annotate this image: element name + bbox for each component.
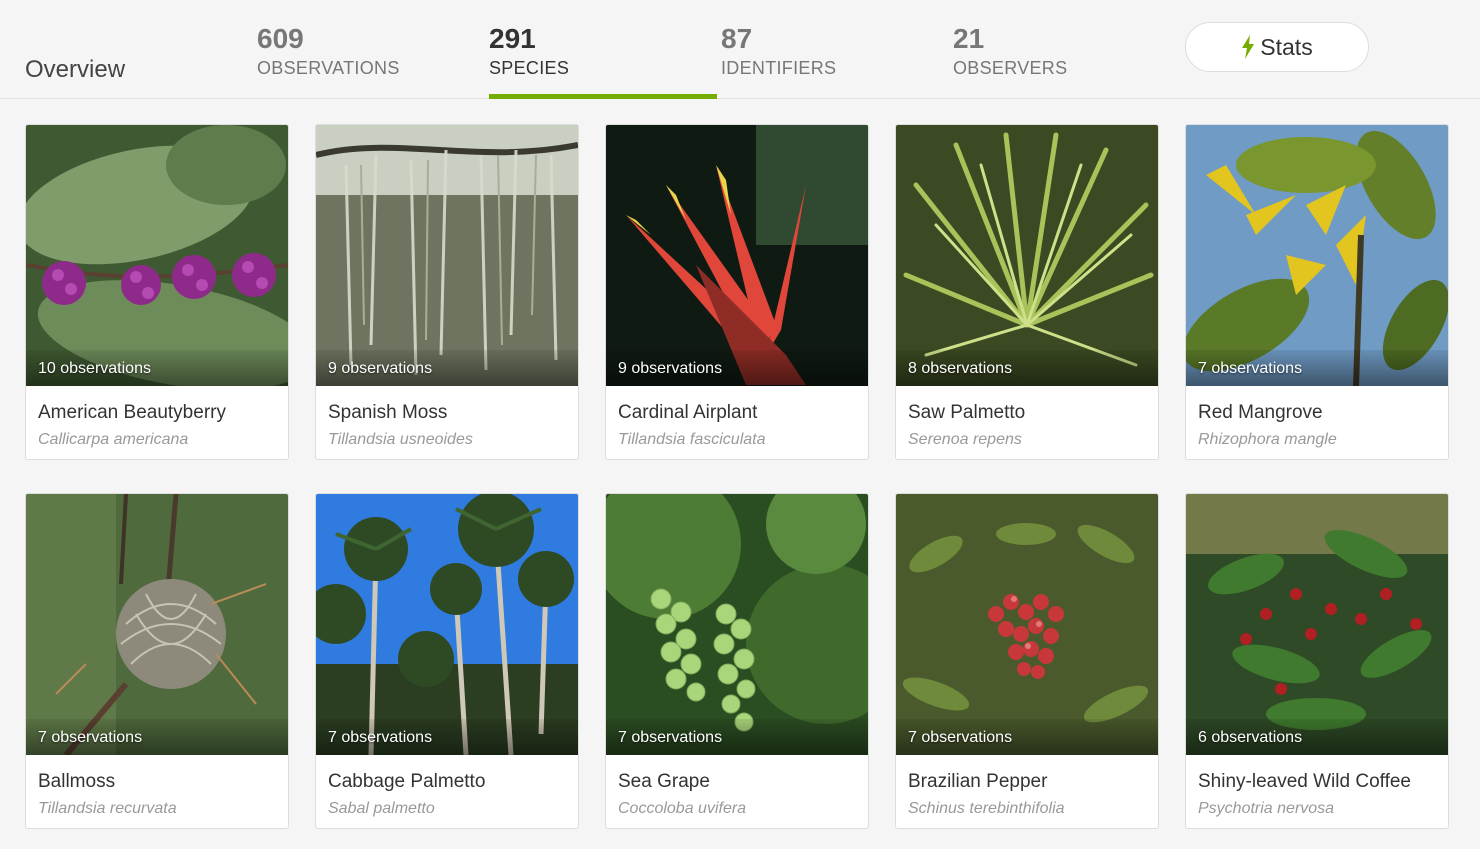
header-bar: Overview 609 OBSERVATIONS 291 SPECIES 87… bbox=[0, 0, 1480, 99]
overview-title: Overview bbox=[25, 56, 126, 83]
tab-observers[interactable]: 21 OBSERVERS bbox=[953, 22, 1067, 79]
common-name[interactable]: Brazilian Pepper bbox=[908, 771, 1047, 793]
observation-count: 10 observations bbox=[38, 360, 151, 377]
observation-count: 7 observations bbox=[1198, 360, 1303, 377]
observers-count: 21 bbox=[953, 23, 985, 54]
common-name[interactable]: American Beautyberry bbox=[38, 402, 226, 424]
species-photo: 6 observations bbox=[1186, 494, 1448, 755]
species-photo: 7 observations bbox=[26, 494, 288, 755]
common-name[interactable]: Red Mangrove bbox=[1198, 402, 1323, 424]
identifiers-count: 87 bbox=[721, 23, 753, 54]
identifiers-label: IDENTIFIERS bbox=[721, 58, 837, 78]
observations-overlay: 7 observations bbox=[896, 719, 1158, 755]
species-card[interactable]: 7 observations Red Mangrove Rhizophora m… bbox=[1185, 124, 1449, 460]
species-photo: 7 observations bbox=[316, 494, 578, 755]
species-photo: 10 observations bbox=[26, 125, 288, 386]
active-tab-indicator bbox=[489, 94, 717, 99]
observation-count: 7 observations bbox=[38, 729, 143, 746]
scientific-name: Coccoloba uvifera bbox=[618, 800, 747, 817]
observation-count: 9 observations bbox=[328, 360, 433, 377]
species-photo: 7 observations bbox=[896, 494, 1158, 755]
tab-species[interactable]: 291 SPECIES bbox=[489, 22, 569, 79]
observers-label: OBSERVERS bbox=[953, 58, 1068, 78]
species-label: SPECIES bbox=[489, 58, 570, 78]
common-name[interactable]: Shiny-leaved Wild Coffee bbox=[1198, 771, 1411, 793]
scientific-name: Tillandsia recurvata bbox=[38, 800, 177, 817]
observation-count: 7 observations bbox=[908, 729, 1013, 746]
species-card[interactable]: 6 observations Shiny-leaved Wild Coffee … bbox=[1185, 493, 1449, 829]
scientific-name: Psychotria nervosa bbox=[1198, 800, 1335, 817]
observations-overlay: 6 observations bbox=[1186, 719, 1448, 755]
common-name[interactable]: Cabbage Palmetto bbox=[328, 771, 485, 793]
tab-observations[interactable]: 609 OBSERVATIONS bbox=[257, 22, 400, 79]
species-photo: 7 observations bbox=[606, 494, 868, 755]
observations-count: 609 bbox=[257, 23, 304, 54]
scientific-name: Schinus terebinthifolia bbox=[908, 800, 1065, 817]
lightning-icon bbox=[1242, 35, 1255, 59]
scientific-name: Rhizophora mangle bbox=[1198, 431, 1337, 448]
common-name[interactable]: Ballmoss bbox=[38, 771, 115, 793]
common-name[interactable]: Sea Grape bbox=[618, 771, 710, 793]
observations-overlay: 9 observations bbox=[606, 350, 868, 386]
scientific-name: Callicarpa americana bbox=[38, 431, 189, 448]
observation-count: 6 observations bbox=[1198, 729, 1303, 746]
observations-overlay: 7 observations bbox=[316, 719, 578, 755]
species-card[interactable]: 7 observations Sea Grape Coccoloba uvife… bbox=[605, 493, 869, 829]
scientific-name: Tillandsia usneoides bbox=[328, 431, 473, 448]
species-card[interactable]: 8 observations Saw Palmetto Serenoa repe… bbox=[895, 124, 1159, 460]
species-photo: 7 observations bbox=[1186, 125, 1448, 386]
species-photo: 9 observations bbox=[316, 125, 578, 386]
observation-count: 7 observations bbox=[328, 729, 433, 746]
observation-count: 9 observations bbox=[618, 360, 723, 377]
scientific-name: Sabal palmetto bbox=[328, 800, 435, 817]
observations-overlay: 7 observations bbox=[26, 719, 288, 755]
species-photo: 8 observations bbox=[896, 125, 1158, 386]
stats-button-label: Stats bbox=[1260, 33, 1313, 60]
species-card[interactable]: 9 observations Spanish Moss Tillandsia u… bbox=[315, 124, 579, 460]
species-card[interactable]: 7 observations Brazilian Pepper Schinus … bbox=[895, 493, 1159, 829]
scientific-name: Serenoa repens bbox=[908, 431, 1022, 448]
common-name[interactable]: Saw Palmetto bbox=[908, 402, 1025, 424]
species-card[interactable]: 10 observations American Beautyberry Cal… bbox=[25, 124, 289, 460]
species-count: 291 bbox=[489, 23, 536, 54]
stats-button[interactable]: Stats bbox=[1185, 22, 1369, 72]
observation-count: 7 observations bbox=[618, 729, 723, 746]
species-card[interactable]: 7 observations Cabbage Palmetto Sabal pa… bbox=[315, 493, 579, 829]
scientific-name: Tillandsia fasciculata bbox=[618, 431, 766, 448]
observations-overlay: 8 observations bbox=[896, 350, 1158, 386]
observation-count: 8 observations bbox=[908, 360, 1013, 377]
species-photo: 9 observations bbox=[606, 125, 868, 386]
observations-overlay: 7 observations bbox=[1186, 350, 1448, 386]
species-card[interactable]: 9 observations Cardinal Airplant Tilland… bbox=[605, 124, 869, 460]
observations-overlay: 10 observations bbox=[26, 350, 288, 386]
tab-identifiers[interactable]: 87 IDENTIFIERS bbox=[721, 22, 836, 79]
observations-label: OBSERVATIONS bbox=[257, 58, 400, 78]
common-name[interactable]: Spanish Moss bbox=[328, 402, 447, 424]
observations-overlay: 7 observations bbox=[606, 719, 868, 755]
observations-overlay: 9 observations bbox=[316, 350, 578, 386]
common-name[interactable]: Cardinal Airplant bbox=[618, 402, 757, 424]
species-card[interactable]: 7 observations Ballmoss Tillandsia recur… bbox=[25, 493, 289, 829]
